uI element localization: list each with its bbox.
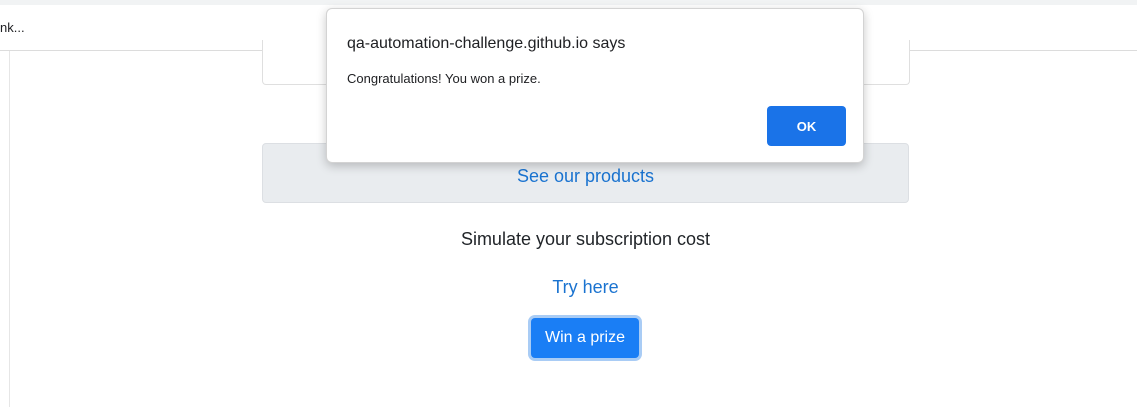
alert-origin-title: qa-automation-challenge.github.io says bbox=[347, 35, 626, 52]
truncated-tab-text: nk... bbox=[0, 20, 25, 35]
simulate-subscription-heading: Simulate your subscription cost bbox=[460, 229, 711, 249]
alert-ok-button[interactable]: OK bbox=[767, 106, 846, 146]
see-products-link[interactable]: See our products bbox=[263, 166, 908, 187]
page-left-border bbox=[9, 51, 10, 407]
browser-chrome-edge bbox=[0, 0, 1137, 5]
browser-viewport: nk... See our products Simulate your sub… bbox=[0, 0, 1137, 407]
alert-dialog: qa-automation-challenge.github.io says C… bbox=[326, 8, 864, 163]
win-prize-button[interactable]: Win a prize bbox=[531, 318, 639, 358]
try-here-link[interactable]: Try here bbox=[262, 277, 909, 298]
alert-message: Congratulations! You won a prize. bbox=[347, 71, 541, 86]
